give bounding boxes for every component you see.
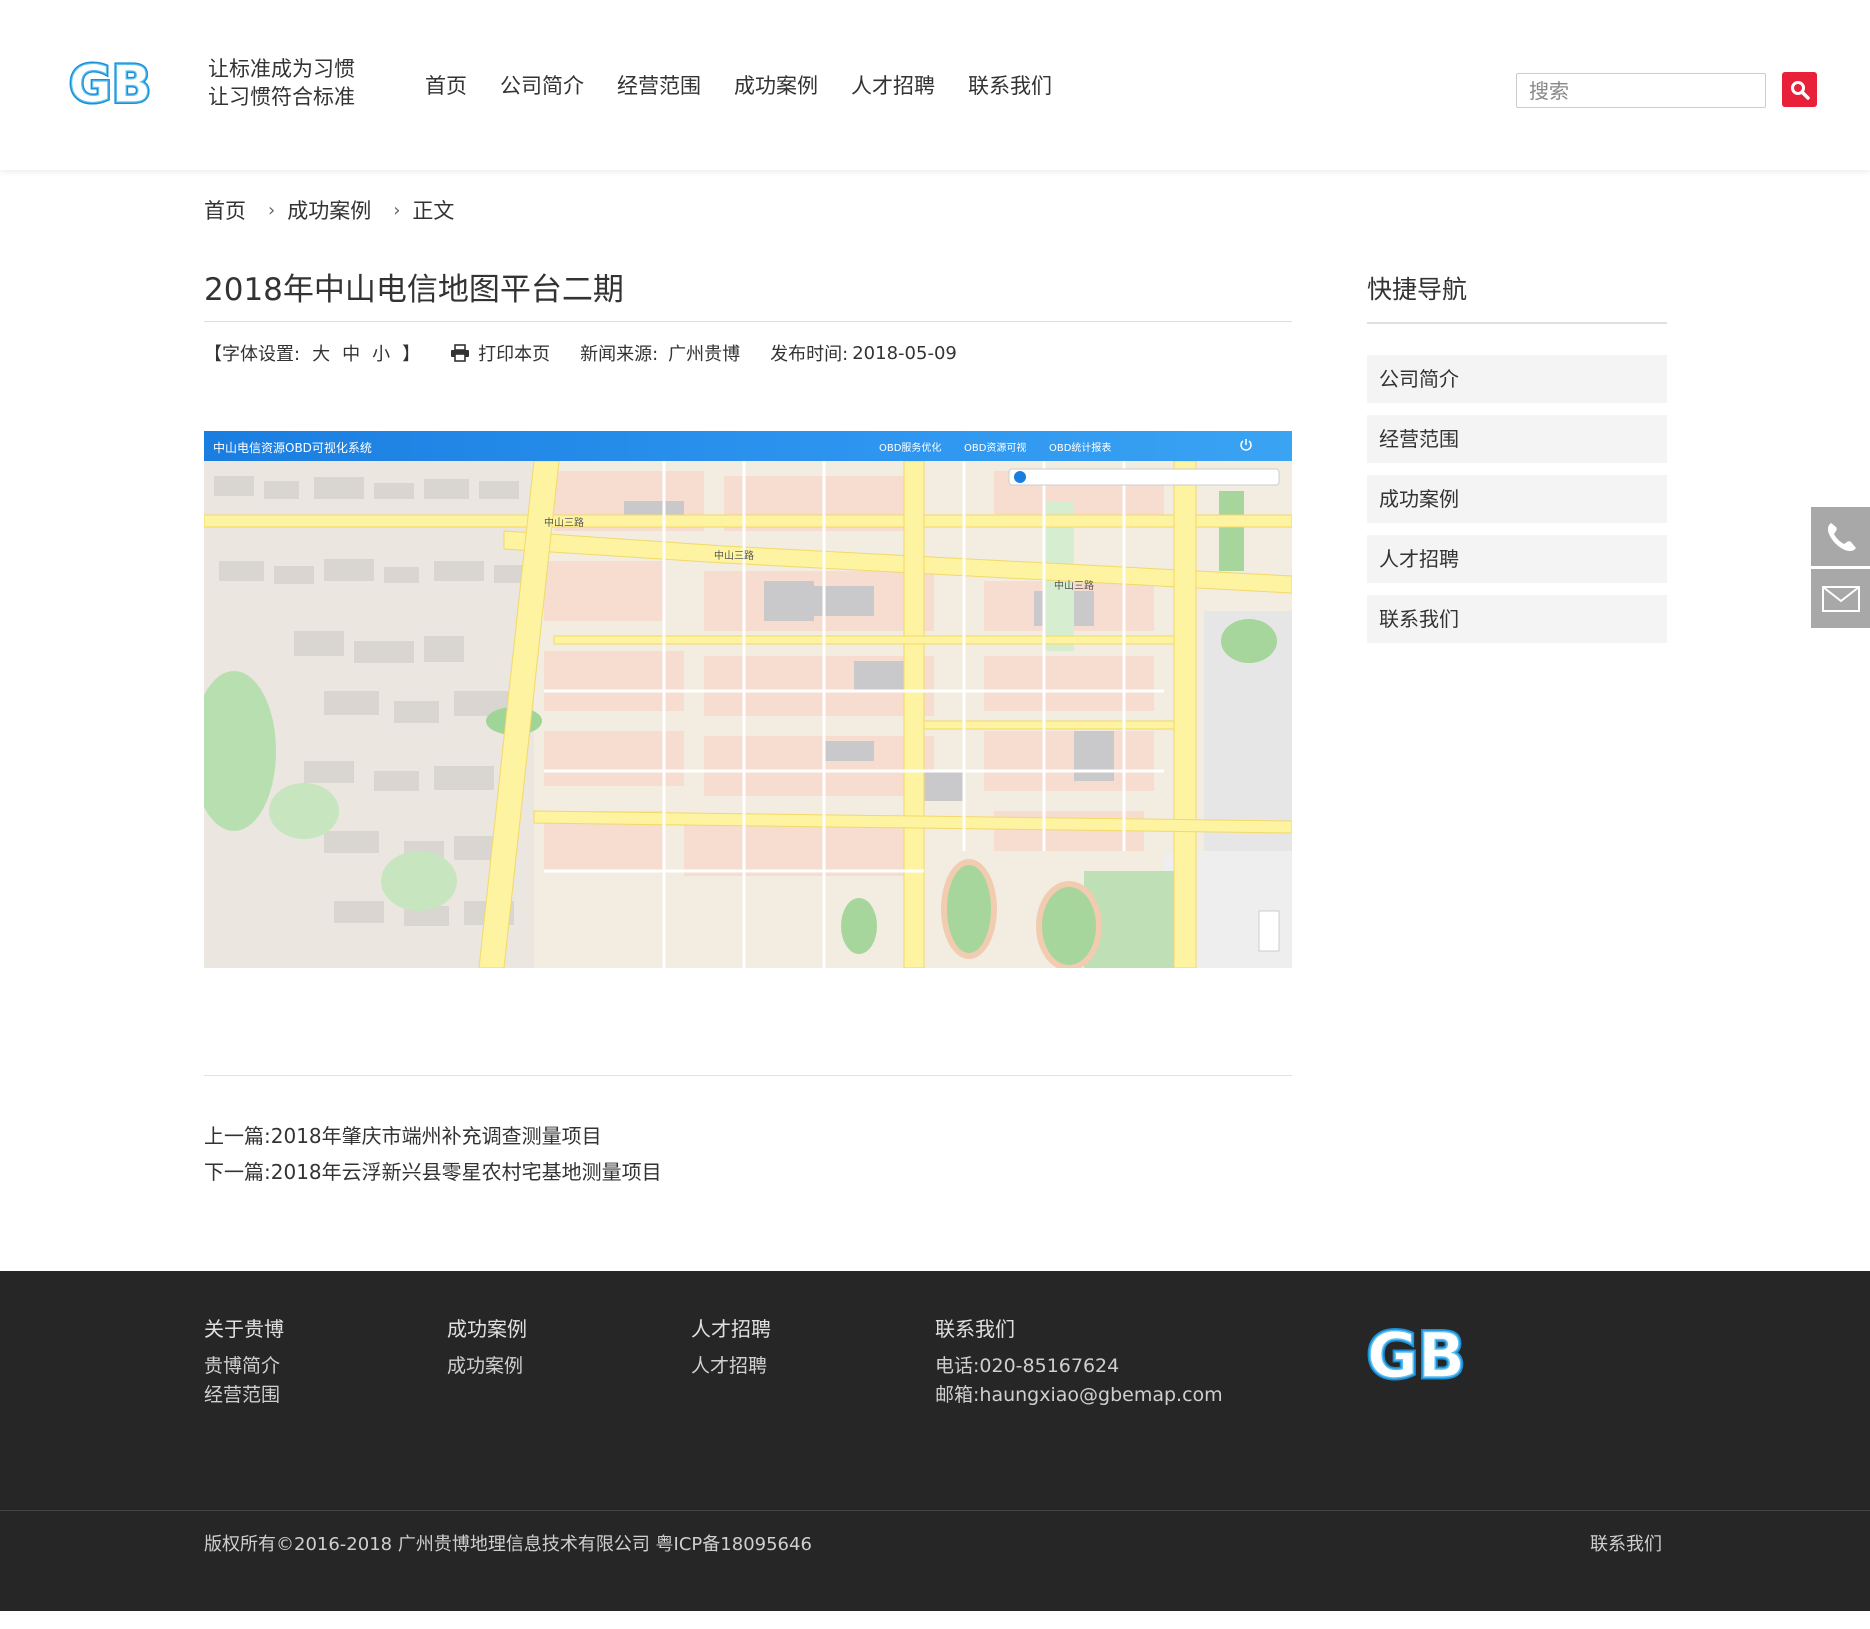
- map-toolbar-item: OBD资源可视: [964, 443, 1027, 454]
- nav-contact[interactable]: 联系我们: [968, 72, 1052, 100]
- footer-col-about: 关于贵博 贵博简介 经营范围: [204, 1315, 284, 1410]
- article-meta: 【字体设置: 大 中 小 】 打印本页 新闻来源: 广州贵博 发布时间: 201…: [204, 340, 957, 366]
- article-image-map: 中山三路 中山三路 中山三路 中山电信资源OBD可视化系统 OBD服务优化 OB…: [204, 431, 1292, 968]
- next-article-link[interactable]: 2018年云浮新兴县零星农村宅基地测量项目: [271, 1160, 662, 1184]
- footer-heading: 人才招聘: [691, 1317, 771, 1341]
- svg-text:中山三路: 中山三路: [544, 516, 584, 529]
- svg-text:中山三路: 中山三路: [1054, 579, 1094, 592]
- map-toolbar-item: OBD服务优化: [879, 443, 942, 454]
- float-phone-button[interactable]: [1811, 507, 1870, 566]
- breadcrumb-section[interactable]: 成功案例: [287, 195, 371, 225]
- footer-col-contact: 联系我们 电话:020-85167624 邮箱:haungxiao@gbemap…: [935, 1315, 1223, 1410]
- font-size-small[interactable]: 小: [372, 340, 390, 366]
- nav-careers[interactable]: 人才招聘: [851, 72, 935, 100]
- chevron-right-icon: ›: [393, 199, 401, 221]
- nav-cases[interactable]: 成功案例: [734, 72, 818, 100]
- company-logo[interactable]: GB GB: [65, 52, 180, 114]
- sidebar-item-careers[interactable]: 人才招聘: [1367, 535, 1667, 583]
- source-value: 广州贵博: [668, 344, 741, 365]
- sidebar-item-company-intro[interactable]: 公司简介: [1367, 355, 1667, 403]
- page-bottom: [0, 1611, 1870, 1629]
- font-setting-label: 【字体设置:: [204, 344, 301, 365]
- search-button[interactable]: [1782, 72, 1817, 107]
- footer-link[interactable]: 经营范围: [204, 1381, 284, 1410]
- font-size-medium[interactable]: 中: [342, 340, 360, 366]
- next-label: 下一篇:: [204, 1160, 271, 1184]
- footer-contact-link[interactable]: 联系我们: [1590, 1530, 1662, 1556]
- sidebar-item-business-scope[interactable]: 经营范围: [1367, 415, 1667, 463]
- site-header: GB GB 让标准成为习惯 让习惯符合标准 首页 公司简介 经营范围 成功案例 …: [0, 0, 1870, 170]
- map-toolbar-item: OBD统计报表: [1049, 443, 1112, 454]
- map-system-header: 中山电信资源OBD可视化系统 OBD服务优化 OBD资源可视 OBD统计报表: [204, 431, 1292, 461]
- prev-next-links: 上一篇:2018年肇庆市端州补充调查测量项目 下一篇:2018年云浮新兴县零星农…: [204, 1118, 662, 1190]
- printer-icon: [451, 344, 470, 362]
- search-input[interactable]: [1516, 73, 1766, 108]
- footer-logo: GB GB: [1365, 1317, 1468, 1389]
- float-email-button[interactable]: [1811, 569, 1870, 628]
- footer-link[interactable]: 人才招聘: [691, 1352, 771, 1381]
- nav-company-intro[interactable]: 公司简介: [500, 72, 584, 100]
- svg-text:中山三路: 中山三路: [714, 549, 754, 562]
- next-article: 下一篇:2018年云浮新兴县零星农村宅基地测量项目: [204, 1154, 662, 1190]
- breadcrumb-current: 正文: [412, 199, 455, 223]
- breadcrumb-home[interactable]: 首页: [204, 195, 246, 225]
- slogan-line-1: 让标准成为习惯: [208, 57, 355, 81]
- svg-text:GB: GB: [69, 55, 151, 114]
- title-divider: [204, 321, 1292, 322]
- mail-icon: [1821, 585, 1860, 612]
- content-divider: [204, 1075, 1292, 1076]
- nav-home[interactable]: 首页: [425, 72, 467, 100]
- source-label: 新闻来源:: [580, 344, 659, 365]
- svg-text:GB: GB: [1367, 1319, 1465, 1389]
- sidebar-item-contact[interactable]: 联系我们: [1367, 595, 1667, 643]
- prev-article: 上一篇:2018年肇庆市端州补充调查测量项目: [204, 1118, 662, 1154]
- breadcrumb: 首页 › 成功案例 › 正文: [204, 195, 454, 225]
- slogan: 让标准成为习惯 让习惯符合标准: [208, 55, 355, 111]
- print-page-button[interactable]: 打印本页: [450, 340, 550, 366]
- date-value: 2018-05-09: [852, 342, 957, 364]
- font-size-large[interactable]: 大: [312, 340, 330, 366]
- print-label: 打印本页: [478, 344, 551, 365]
- footer-link[interactable]: 成功案例: [447, 1352, 527, 1381]
- search-icon: [1790, 80, 1810, 100]
- nav-business-scope[interactable]: 经营范围: [617, 72, 701, 100]
- main-nav: 首页 公司简介 经营范围 成功案例 人才招聘 联系我们: [425, 72, 1085, 100]
- power-icon: [1240, 439, 1252, 451]
- slogan-line-2: 让习惯符合标准: [208, 85, 355, 109]
- map-system-title: 中山电信资源OBD可视化系统: [213, 441, 372, 455]
- sidebar-divider: [1367, 322, 1667, 324]
- map-illustration: 中山三路 中山三路 中山三路: [204, 431, 1292, 968]
- prev-article-link[interactable]: 2018年肇庆市端州补充调查测量项目: [271, 1124, 602, 1148]
- prev-label: 上一篇:: [204, 1124, 271, 1148]
- date-label: 发布时间:: [770, 344, 849, 365]
- footer-link[interactable]: 贵博简介: [204, 1352, 284, 1381]
- footer-heading: 关于贵博: [204, 1317, 284, 1341]
- footer-phone: 电话:020-85167624: [935, 1355, 1120, 1377]
- footer-email: 邮箱:haungxiao@gbemap.com: [935, 1384, 1223, 1406]
- copyright: 版权所有©2016-2018 广州贵博地理信息技术有限公司 粤ICP备18095…: [204, 1534, 812, 1555]
- footer-col-careers: 人才招聘 人才招聘: [691, 1315, 771, 1381]
- footer-heading: 成功案例: [447, 1317, 527, 1341]
- chevron-right-icon: ›: [268, 199, 276, 221]
- footer-col-cases: 成功案例 成功案例: [447, 1315, 527, 1381]
- article-title: 2018年中山电信地图平台二期: [204, 272, 624, 308]
- sidebar-item-cases[interactable]: 成功案例: [1367, 475, 1667, 523]
- footer-divider: [0, 1510, 1870, 1511]
- phone-icon: [1827, 522, 1856, 551]
- sidebar-title: 快捷导航: [1367, 275, 1468, 304]
- font-setting-end: 】: [402, 344, 421, 365]
- footer-heading: 联系我们: [935, 1317, 1015, 1341]
